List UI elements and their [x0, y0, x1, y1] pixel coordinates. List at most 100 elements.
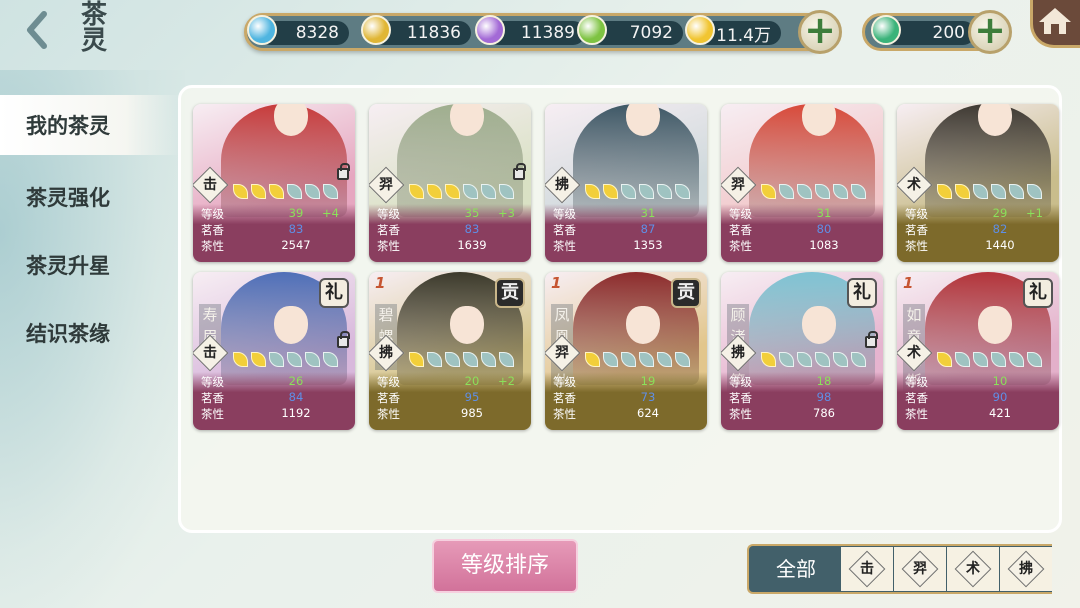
home-button[interactable] [1030, 0, 1080, 48]
leaf-rating [585, 352, 690, 368]
stat-label: 等级 [377, 375, 400, 389]
stat-row-level: 等级 31 [553, 206, 699, 221]
stat-value: 73 [640, 390, 656, 404]
leaf-icon [251, 184, 266, 199]
stat-label: 茗香 [905, 391, 928, 405]
hero-card[interactable]: 如意波斯礼1术等级10茗香90茶性421 [897, 272, 1059, 430]
sort-by-level-button[interactable]: 等级排序 [432, 539, 578, 593]
stat-label: 茶性 [377, 239, 400, 253]
hero-card[interactable]: 羿等级 31 茗香 80 茶性 1083 [721, 104, 883, 262]
leaf-icon [603, 184, 618, 199]
stat-row-aroma: 茗香 87 [553, 222, 699, 237]
stat-label: 茗香 [553, 223, 576, 237]
stat-label: 茶性 [201, 407, 224, 421]
stat-row-level: 等级 19 [553, 374, 699, 389]
stat-value: 95 [464, 390, 480, 404]
currency-bar: 8328 11836 11389 7092 11.4万 [244, 13, 829, 51]
stat-value: 82 [992, 222, 1008, 236]
hero-card[interactable]: 拂等级 31 茗香 87 茶性 1353 [545, 104, 707, 262]
stat-value: 421 [989, 406, 1011, 420]
gold-coin-icon [685, 15, 715, 45]
stat-label: 等级 [729, 207, 752, 221]
leaf-icon [269, 184, 284, 199]
stat-label: 茗香 [729, 223, 752, 237]
level-bonus: +2 [498, 374, 515, 388]
stat-label: 茶性 [553, 407, 576, 421]
leaf-icon [233, 184, 248, 199]
lock-icon [337, 163, 350, 180]
stat-row-nature: 茶性 1192 [201, 406, 347, 421]
level-bonus: +4 [322, 206, 339, 220]
add-currency-button[interactable]: + [798, 10, 842, 54]
currency-value: 8328 [295, 23, 339, 43]
filter-0-button[interactable]: 击 [841, 547, 893, 591]
stat-label: 等级 [553, 375, 576, 389]
sidebar-item-1[interactable]: 茶灵强化 [0, 163, 180, 231]
stat-row-aroma: 茗香 90 [905, 390, 1051, 405]
hero-card[interactable]: 术等级 29 +1 茗香 82 茶性 1440 [897, 104, 1059, 262]
leaf-icon [1009, 184, 1024, 199]
leaf-icon [233, 352, 248, 367]
class-badge-text: 拂 [1019, 561, 1033, 577]
sidebar-item-2[interactable]: 茶灵升星 [0, 231, 180, 299]
hero-face [802, 104, 836, 136]
hero-face [274, 104, 308, 136]
stat-value: 35 [464, 206, 480, 220]
stat-label: 等级 [201, 375, 224, 389]
leaf-icon [585, 352, 600, 367]
filter-1-button[interactable]: 羿 [894, 547, 946, 591]
leaf-icon [1027, 352, 1042, 367]
filter-2-button[interactable]: 术 [947, 547, 999, 591]
leaf-icon [815, 352, 830, 367]
stat-value: 84 [288, 390, 304, 404]
stat-label: 茗香 [553, 391, 576, 405]
leaf-icon [675, 352, 690, 367]
stat-value: 31 [640, 206, 656, 220]
lock-icon [513, 163, 526, 180]
leaf-icon [991, 352, 1006, 367]
leaf-icon [1027, 184, 1042, 199]
stat-label: 茶性 [377, 407, 400, 421]
hero-card[interactable]: 顾渚紫笋礼拂等级18茗香98茶性786 [721, 272, 883, 430]
stat-value: 1083 [809, 238, 839, 252]
leaf-icon [463, 352, 478, 367]
leaf-icon [409, 352, 424, 367]
hero-card[interactable]: 凤凰水仙贡1羿等级19茗香73茶性624 [545, 272, 707, 430]
sidebar-item-3[interactable]: 结识茶缘 [0, 299, 180, 367]
stat-row-level: 等级 39 +4 [201, 206, 347, 221]
stat-value: 31 [816, 206, 832, 220]
green-jade-icon [871, 15, 901, 45]
back-arrow-icon[interactable] [22, 8, 52, 52]
class-badge: 术 [954, 550, 992, 588]
leaf-icon [639, 352, 654, 367]
stat-value: 2547 [281, 238, 311, 252]
stat-label: 茶性 [905, 407, 928, 421]
stat-value: 1639 [457, 238, 487, 252]
leaf-rating [585, 184, 690, 200]
stat-label: 茗香 [201, 391, 224, 405]
leaf-rating [409, 184, 514, 200]
rank-badge: 礼 [1023, 278, 1053, 308]
hero-card[interactable]: 击等级 39 +4 茗香 83 茶性 2547 [193, 104, 355, 262]
stat-row-aroma: 茗香 82 [905, 222, 1051, 237]
filter-3-button[interactable]: 拂 [1000, 547, 1052, 591]
hero-card[interactable]: 羿等级 35 +3 茗香 83 茶性 1639 [369, 104, 531, 262]
stat-label: 等级 [729, 375, 752, 389]
hero-card[interactable]: 寿眉礼击等级26茗香84茶性1192 [193, 272, 355, 430]
sidebar-item-0[interactable]: 我的茶灵 [0, 95, 180, 155]
leaf-icon [287, 352, 302, 367]
leaf-icon [445, 184, 460, 199]
leaf-icon [1009, 352, 1024, 367]
leaf-icon [427, 352, 442, 367]
stat-row-aroma: 茗香 84 [201, 390, 347, 405]
stat-row-nature: 茶性 1639 [377, 238, 523, 253]
currency-slot: 7092 [577, 15, 683, 45]
hero-face [626, 104, 660, 136]
stat-row-nature: 茶性 985 [377, 406, 523, 421]
add-jade-button[interactable]: + [968, 10, 1012, 54]
stat-label: 等级 [905, 207, 928, 221]
hero-card[interactable]: 碧螺春贡1拂等级20+2茗香95茶性985 [369, 272, 531, 430]
leaf-icon [639, 184, 654, 199]
leaf-icon [269, 352, 284, 367]
filter-all-button[interactable]: 全部 [757, 546, 835, 592]
